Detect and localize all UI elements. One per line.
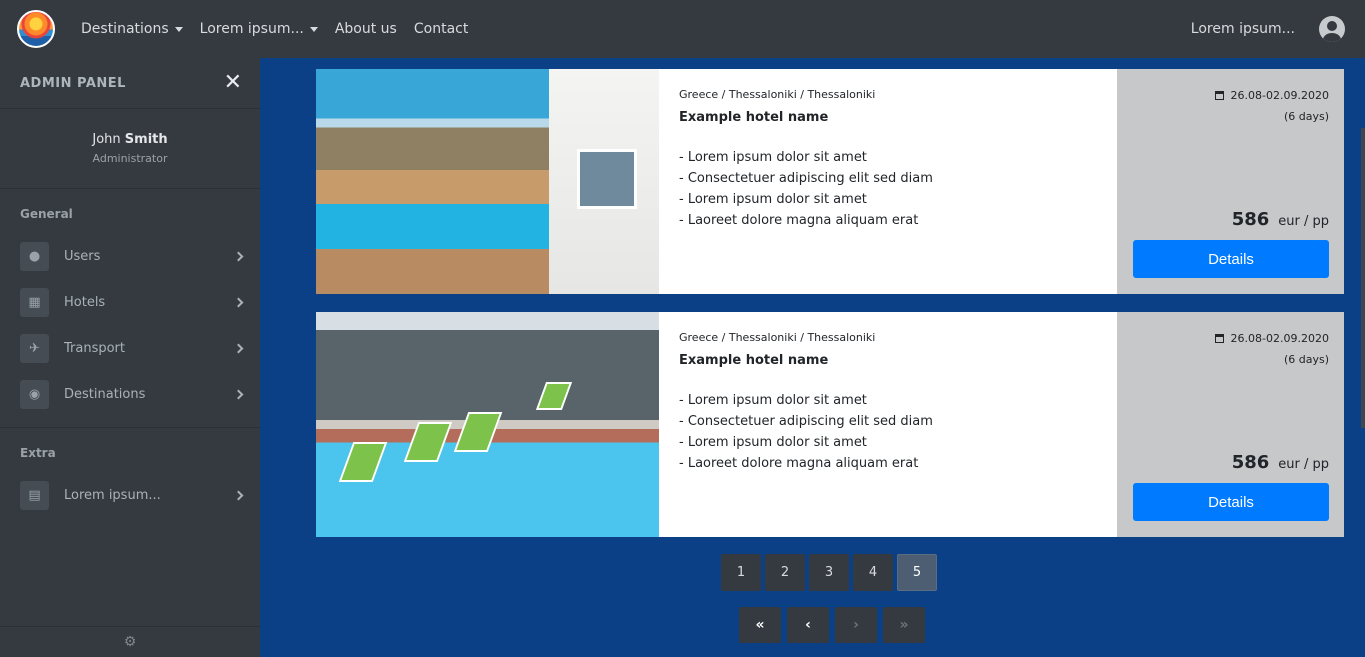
- chevron-right-icon: [233, 490, 244, 500]
- hotel-photo: [316, 312, 659, 537]
- chevron-right-icon: [233, 389, 244, 399]
- profile-name: John Smith: [92, 132, 168, 147]
- sidebar-title: ADMIN PANEL: [20, 75, 126, 91]
- sidebar-item-lorem[interactable]: ▤ Lorem ipsum...: [0, 472, 260, 518]
- chevron-right-icon: [233, 297, 244, 307]
- sidebar-item-hotels[interactable]: ▦ Hotels: [0, 279, 260, 325]
- page-2[interactable]: 2: [765, 554, 805, 591]
- price-value: 586: [1231, 452, 1270, 473]
- sunbed-graphic: [453, 412, 503, 452]
- sidebar-item-label: Users: [64, 248, 101, 264]
- prev-page-icon[interactable]: ‹: [787, 607, 829, 643]
- admin-sidebar: ADMIN PANEL ✕ John Smith Administrator G…: [0, 58, 260, 657]
- pagination-nav: « ‹ › »: [739, 607, 925, 643]
- caret-down-icon: [309, 26, 318, 32]
- sunbed-graphic: [403, 422, 453, 462]
- nav-links: Destinations Lorem ipsum... About us Con…: [81, 21, 485, 37]
- feature-item: - Lorem ipsum dolor sit amet: [679, 435, 867, 450]
- sidebar-item-label: Hotels: [64, 294, 106, 310]
- details-button[interactable]: Details: [1133, 240, 1329, 278]
- nav-destinations[interactable]: Destinations: [81, 21, 183, 37]
- chevron-right-icon: [233, 251, 244, 261]
- top-navbar: Destinations Lorem ipsum... About us Con…: [0, 0, 1365, 58]
- offer-card: Greece / Thessaloniki / Thessaloniki Exa…: [316, 69, 1344, 294]
- scrollbar[interactable]: [1361, 128, 1365, 428]
- offer-days: (6 days): [1283, 353, 1329, 366]
- settings-icon[interactable]: ⚙: [0, 626, 260, 657]
- next-page-icon[interactable]: ›: [835, 607, 877, 643]
- offer-price: 586 eur / pp: [1232, 452, 1329, 473]
- caret-down-icon: [174, 26, 183, 32]
- page-4[interactable]: 4: [853, 554, 893, 591]
- nav-about[interactable]: About us: [335, 21, 397, 37]
- page-1[interactable]: 1: [721, 554, 761, 591]
- offer-location: Greece / Thessaloniki / Thessaloniki: [679, 88, 876, 101]
- plane-icon: ✈: [20, 333, 49, 363]
- nav-user-menu[interactable]: Lorem ipsum...: [1191, 21, 1295, 37]
- sidebar-item-users[interactable]: ● Users: [0, 233, 260, 279]
- section-title-general: General: [20, 207, 73, 221]
- offer-dates: 26.08-02.09.2020: [1214, 332, 1329, 345]
- calendar-icon: [1214, 334, 1224, 343]
- profile: John Smith Administrator: [0, 109, 260, 189]
- offer-location: Greece / Thessaloniki / Thessaloniki: [679, 331, 876, 344]
- last-page-icon[interactable]: »: [883, 607, 925, 643]
- sidebar-item-label: Destinations: [64, 386, 146, 402]
- offer-card: Greece / Thessaloniki / Thessaloniki Exa…: [316, 312, 1344, 537]
- pagination: 1 2 3 4 5: [721, 554, 937, 591]
- chevron-right-icon: [233, 343, 244, 353]
- map-pin-icon: ◉: [20, 379, 49, 409]
- sunbed-graphic: [338, 442, 388, 482]
- sidebar-item-transport[interactable]: ✈ Transport: [0, 325, 260, 371]
- user-icon: ●: [20, 241, 49, 271]
- section-title-extra: Extra: [20, 446, 56, 460]
- window-graphic: [577, 149, 637, 209]
- section-general: General ● Users ▦ Hotels ✈ Transport ◉ D…: [0, 189, 260, 428]
- feature-item: - Lorem ipsum dolor sit amet: [679, 192, 867, 207]
- offer-features: - Lorem ipsum dolor sit amet - Consectet…: [679, 390, 1097, 474]
- sidebar-item-destinations[interactable]: ◉ Destinations: [0, 371, 260, 417]
- profile-role: Administrator: [92, 152, 168, 165]
- hotel-photo: [316, 69, 659, 294]
- price-unit: eur / pp: [1278, 457, 1329, 472]
- user-avatar-icon[interactable]: [1319, 16, 1345, 42]
- offer-side-panel: 26.08-02.09.2020 (6 days) 586 eur / pp D…: [1117, 69, 1344, 294]
- first-page-icon[interactable]: «: [739, 607, 781, 643]
- offer-side-panel: 26.08-02.09.2020 (6 days) 586 eur / pp D…: [1117, 312, 1344, 537]
- offer-price: 586 eur / pp: [1232, 209, 1329, 230]
- sidebar-item-label: Lorem ipsum...: [64, 487, 161, 503]
- offer-hotel-name: Example hotel name: [679, 110, 829, 125]
- sidebar-header: ADMIN PANEL ✕: [0, 58, 260, 109]
- page-3[interactable]: 3: [809, 554, 849, 591]
- offer-features: - Lorem ipsum dolor sit amet - Consectet…: [679, 147, 1097, 231]
- logo[interactable]: [17, 10, 55, 48]
- offer-body: Greece / Thessaloniki / Thessaloniki Exa…: [659, 69, 1117, 294]
- building-icon: ▦: [20, 287, 49, 317]
- sunbed-graphic: [535, 382, 573, 410]
- offer-dates: 26.08-02.09.2020: [1214, 89, 1329, 102]
- nav-lorem[interactable]: Lorem ipsum...: [200, 21, 318, 37]
- feature-item: - Lorem ipsum dolor sit amet: [679, 150, 867, 165]
- price-value: 586: [1231, 209, 1270, 230]
- close-icon[interactable]: ✕: [224, 72, 242, 94]
- offer-body: Greece / Thessaloniki / Thessaloniki Exa…: [659, 312, 1117, 537]
- feature-item: - Laoreet dolore magna aliquam erat: [679, 213, 919, 228]
- feature-item: - Consectetuer adipiscing elit sed diam: [679, 171, 933, 186]
- calendar-icon: [1214, 91, 1224, 100]
- nav-contact[interactable]: Contact: [414, 21, 468, 37]
- section-extra: Extra ▤ Lorem ipsum...: [0, 428, 260, 528]
- offer-days: (6 days): [1283, 110, 1329, 123]
- page-5[interactable]: 5: [897, 554, 937, 591]
- offer-hotel-name: Example hotel name: [679, 353, 829, 368]
- feature-item: - Lorem ipsum dolor sit amet: [679, 393, 867, 408]
- feature-item: - Consectetuer adipiscing elit sed diam: [679, 414, 933, 429]
- price-unit: eur / pp: [1278, 214, 1329, 229]
- book-icon: ▤: [20, 480, 49, 510]
- feature-item: - Laoreet dolore magna aliquam erat: [679, 456, 919, 471]
- details-button[interactable]: Details: [1133, 483, 1329, 521]
- sidebar-item-label: Transport: [64, 340, 126, 356]
- nav-right: Lorem ipsum...: [1191, 16, 1365, 42]
